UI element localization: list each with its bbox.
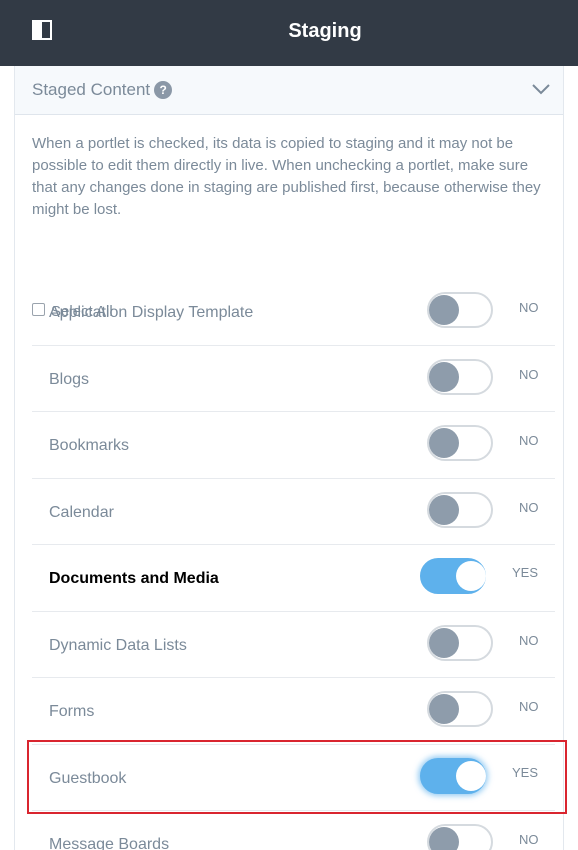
portlet-label: Bookmarks	[49, 437, 130, 454]
toggle-state: NO	[519, 832, 539, 847]
panel-title: Staged Content	[32, 80, 151, 99]
portlet-row-bookmarks: Bookmarks NO	[32, 412, 555, 479]
portlet-label: Documents and Media	[49, 570, 219, 587]
portlet-label: Calendar	[49, 503, 114, 521]
portlet-toggle[interactable]	[427, 292, 495, 328]
portlet-row-dynamic-data-lists: Dynamic Data Lists NO	[32, 612, 555, 678]
portlet-toggle[interactable]	[427, 824, 495, 850]
portlet-label: Dynamic Data Lists	[49, 636, 187, 654]
toggle-knob	[456, 561, 486, 591]
toggle-knob	[429, 694, 459, 724]
portlet-label: Blogs	[49, 370, 90, 388]
toggle-knob	[429, 295, 459, 325]
chevron-down-icon[interactable]	[531, 79, 551, 99]
staging-description: When a portlet is checked, its data is c…	[32, 135, 541, 218]
portlet-label: Guestbook	[49, 769, 127, 787]
staged-content-panel: Staged Content? When a portlet is checke…	[14, 66, 564, 850]
toggle-state: NO	[519, 300, 539, 315]
toggle-knob	[429, 494, 459, 525]
toggle-state: YES	[512, 565, 539, 580]
portlet-row-application-display-template: Application Display Template NO	[32, 279, 555, 346]
toggle-knob	[429, 428, 459, 458]
portlet-label: Message Boards	[49, 836, 170, 850]
portlet-toggle[interactable]	[420, 558, 488, 594]
staged-content-header[interactable]: Staged Content?	[15, 66, 563, 115]
toggle-state: NO	[519, 366, 539, 382]
portlet-toggle[interactable]	[427, 491, 495, 528]
portlet-row-forms: Forms NO	[32, 678, 555, 745]
toggle-state: YES	[512, 764, 539, 780]
portlet-toggle[interactable]	[427, 691, 495, 727]
portlet-row-documents-and-media: Documents and Media YES	[32, 545, 555, 612]
top-bar: Staging	[0, 0, 578, 66]
portlet-label: Application Display Template	[49, 304, 254, 321]
portlet-toggle[interactable]	[427, 358, 495, 395]
help-icon[interactable]: ?	[154, 81, 173, 99]
toggle-state: NO	[519, 699, 539, 714]
portlet-toggle[interactable]	[420, 757, 488, 794]
portlet-label: Forms	[49, 703, 95, 720]
portlet-row-calendar: Calendar NO	[32, 479, 555, 545]
page-title: Staging	[288, 20, 362, 42]
portlet-list: Application Display Template NO Blogs NO…	[32, 279, 555, 850]
portlet-row-guestbook: Guestbook YES	[32, 745, 555, 811]
portlet-row-message-boards: Message Boards NO	[32, 811, 555, 850]
portlet-row-blogs: Blogs NO	[32, 346, 555, 412]
toggle-knob	[429, 361, 459, 392]
toggle-state: NO	[519, 632, 539, 648]
toggle-state: NO	[519, 433, 539, 448]
toggle-knob	[429, 627, 459, 658]
portlet-toggle[interactable]	[427, 624, 495, 661]
toggle-knob	[429, 827, 459, 850]
toggle-knob	[456, 760, 486, 791]
portlet-toggle[interactable]	[427, 425, 495, 461]
panel-title-wrap: Staged Content?	[32, 80, 173, 100]
toggle-state: NO	[519, 499, 539, 515]
